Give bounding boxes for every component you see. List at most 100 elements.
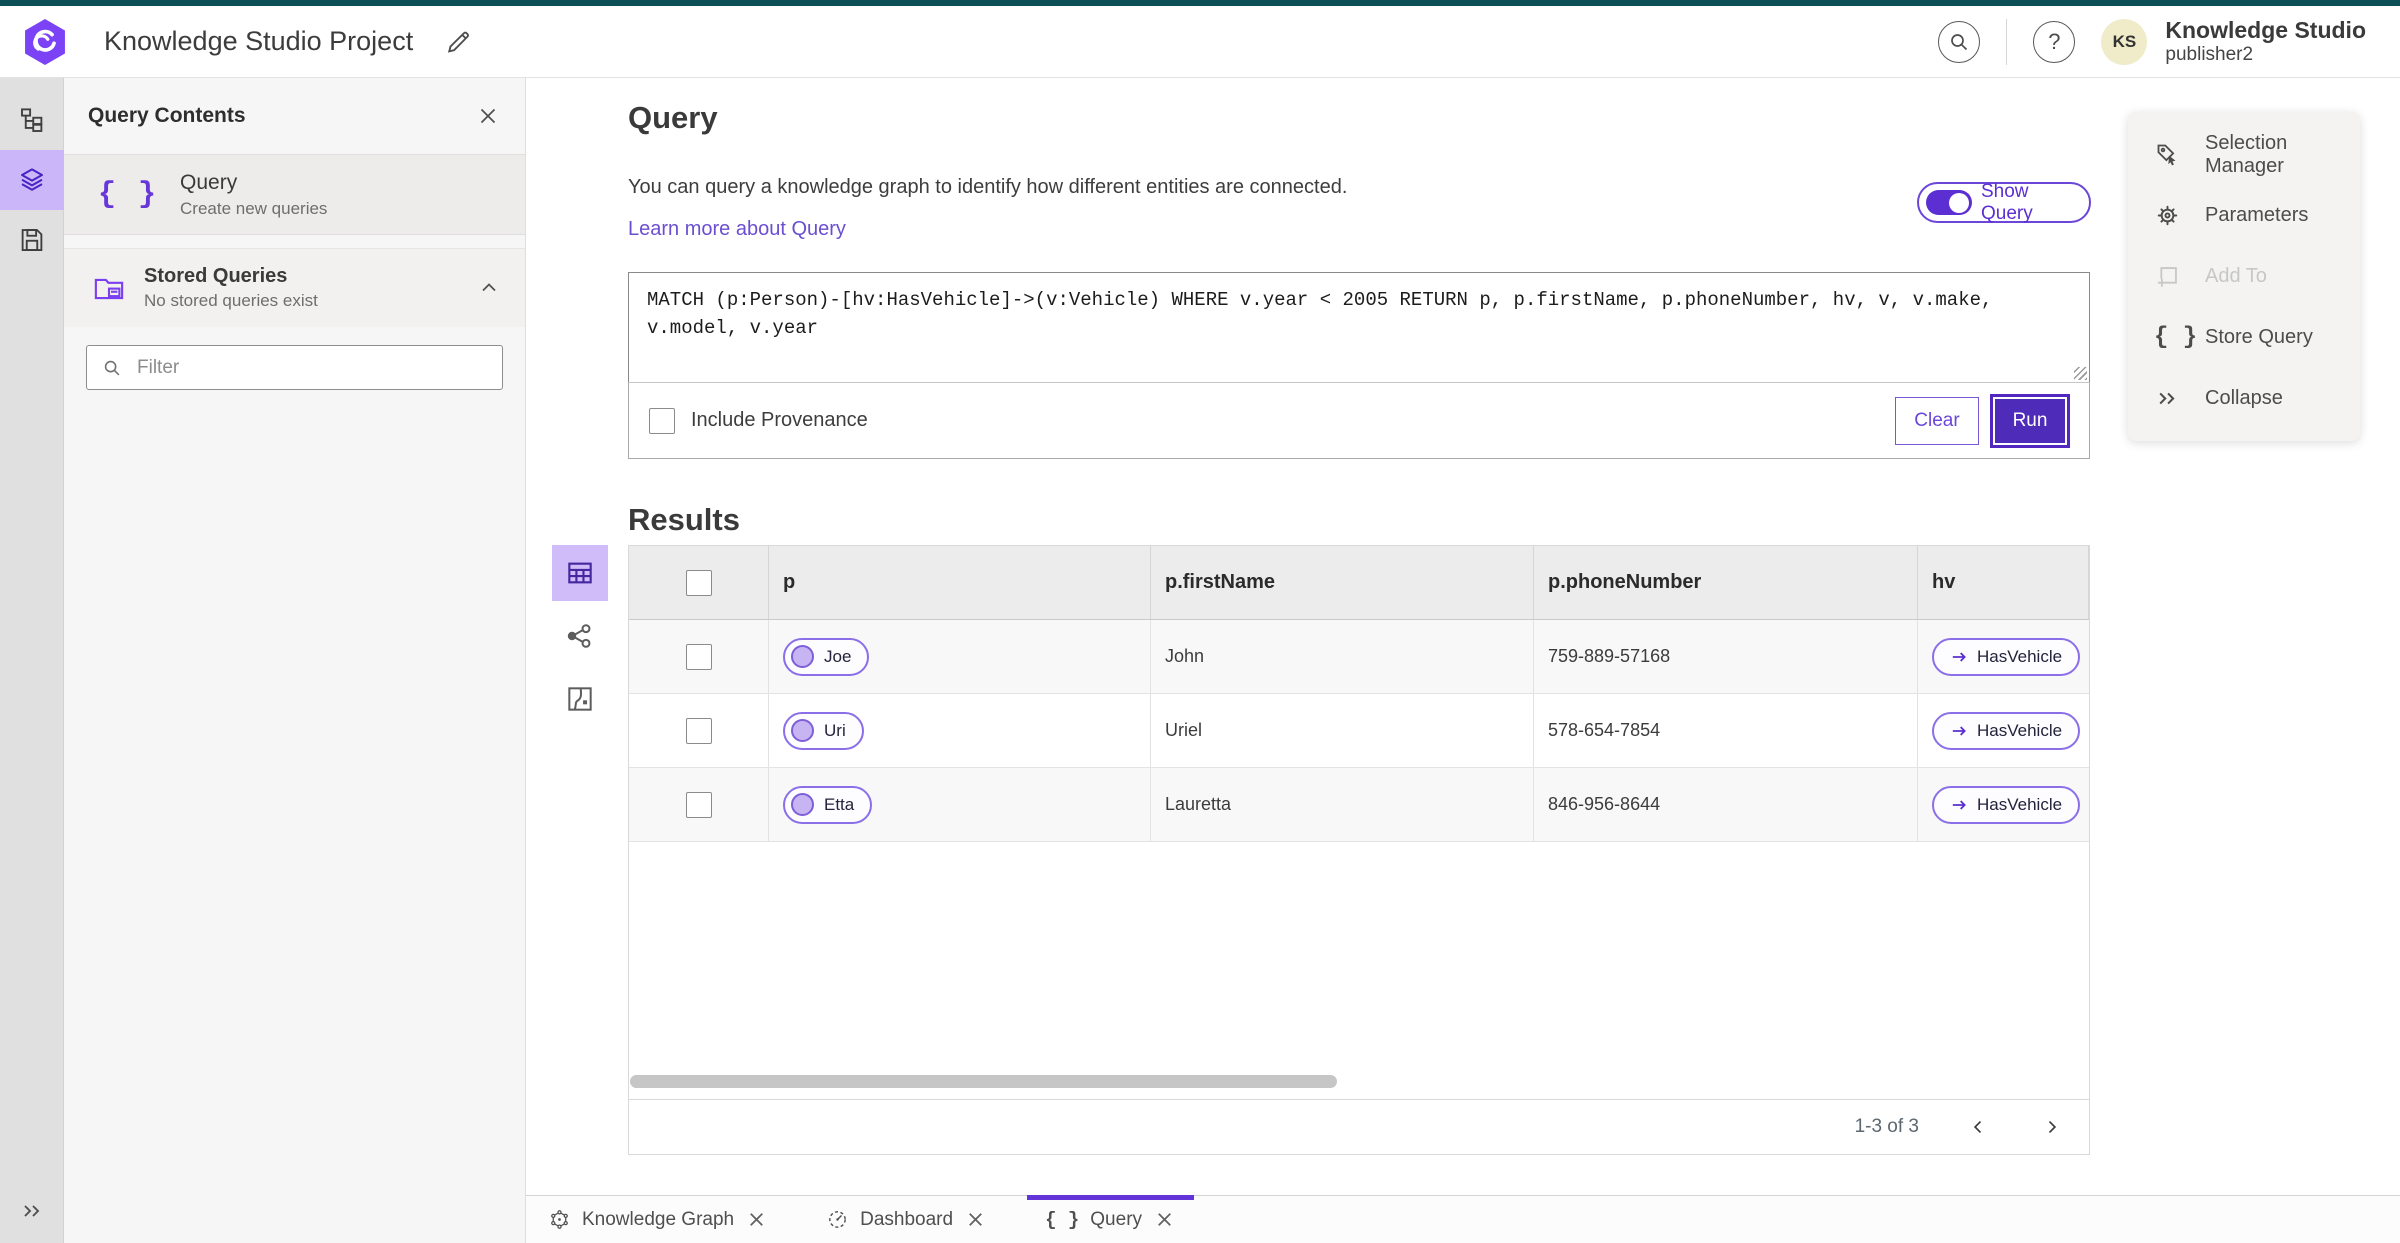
node-pill[interactable]: Joe bbox=[783, 637, 870, 676]
edit-title-icon[interactable] bbox=[443, 27, 473, 57]
knowledge-graph-icon bbox=[551, 1210, 568, 1229]
help-button[interactable]: ? bbox=[2033, 20, 2076, 63]
table-row[interactable]: Uri Uriel 578-654-7854 HasVehicle bbox=[629, 694, 2089, 768]
header-actions: ? KS Knowledge Studio publisher2 bbox=[1938, 17, 2366, 65]
view-graph-button[interactable] bbox=[552, 608, 608, 664]
row-checkbox[interactable] bbox=[685, 791, 712, 818]
next-page-button[interactable] bbox=[2037, 1112, 2067, 1142]
close-tab-icon[interactable] bbox=[1153, 1208, 1176, 1231]
phonenumber-cell: 846-956-8644 bbox=[1534, 768, 1918, 841]
filter-input[interactable] bbox=[135, 355, 488, 380]
stored-queries-text: Stored Queries No stored queries exist bbox=[144, 265, 318, 311]
query-tools-menu: Selection Manager Parameters Add To { } … bbox=[2128, 112, 2360, 441]
braces-icon: { } bbox=[1045, 1208, 1080, 1231]
include-provenance-checkbox[interactable] bbox=[649, 407, 675, 434]
select-all-checkbox[interactable] bbox=[685, 569, 712, 596]
run-button[interactable]: Run bbox=[1993, 396, 2067, 445]
store-query-button[interactable]: { } Store Query bbox=[2128, 307, 2360, 368]
edge-cell: HasVehicle bbox=[1918, 620, 2089, 693]
node-pill[interactable]: Uri bbox=[783, 711, 864, 750]
project-title: Knowledge Studio Project bbox=[104, 26, 414, 56]
row-select-cell bbox=[629, 768, 769, 841]
stored-queries-description: No stored queries exist bbox=[144, 291, 318, 310]
menu-item-label: Collapse bbox=[2205, 387, 2283, 409]
rail-item-hierarchy[interactable] bbox=[0, 90, 64, 150]
braces-icon: { } bbox=[2154, 324, 2198, 351]
edge-cell: HasVehicle bbox=[1918, 768, 2089, 841]
chevron-left-icon bbox=[1973, 1120, 1982, 1134]
pagination-range: 1-3 of 3 bbox=[1854, 1116, 1919, 1137]
firstname-cell: Lauretta bbox=[1151, 768, 1534, 841]
avatar[interactable]: KS bbox=[2101, 18, 2148, 65]
edge-pill[interactable]: HasVehicle bbox=[1932, 711, 2081, 750]
edge-cell: HasVehicle bbox=[1918, 694, 2089, 767]
firstname-cell: John bbox=[1151, 620, 1534, 693]
resize-handle[interactable] bbox=[2074, 367, 2087, 380]
view-table-button[interactable] bbox=[552, 545, 608, 601]
show-query-label: Show Query bbox=[1981, 180, 2033, 224]
header-select-all-cell bbox=[629, 546, 769, 619]
table-row[interactable]: Joe John 759-889-57168 HasVehicle bbox=[629, 620, 2089, 694]
previous-page-button[interactable] bbox=[1963, 1112, 1993, 1142]
view-map-button[interactable] bbox=[552, 671, 608, 727]
panel-item-query[interactable]: { } Query Create new queries bbox=[64, 155, 525, 235]
column-header-firstname[interactable]: p.firstName bbox=[1151, 546, 1534, 619]
selection-manager-button[interactable]: Selection Manager bbox=[2128, 124, 2360, 185]
clear-button[interactable]: Clear bbox=[1895, 396, 1979, 445]
filter-box bbox=[86, 345, 503, 390]
left-rail bbox=[0, 78, 64, 1243]
show-query-toggle[interactable]: Show Query bbox=[1917, 180, 2091, 224]
search-icon bbox=[1951, 33, 1968, 50]
node-cell: Joe bbox=[769, 620, 1151, 693]
node-pill[interactable]: Etta bbox=[783, 785, 873, 824]
learn-more-link[interactable]: Learn more about Query bbox=[628, 218, 846, 241]
panel-item-label: Query bbox=[180, 170, 238, 194]
scrollbar-thumb[interactable] bbox=[630, 1075, 1337, 1088]
app-logo-icon bbox=[25, 18, 65, 65]
rail-item-save[interactable] bbox=[0, 210, 64, 270]
close-tab-icon[interactable] bbox=[745, 1208, 768, 1231]
firstname-cell: Uriel bbox=[1151, 694, 1534, 767]
rail-item-layers[interactable] bbox=[0, 150, 64, 210]
edge-pill[interactable]: HasVehicle bbox=[1932, 785, 2081, 824]
selection-manager-icon bbox=[2157, 144, 2176, 166]
header-divider bbox=[2006, 18, 2008, 65]
column-header-hv[interactable]: hv bbox=[1918, 546, 2089, 619]
table-row[interactable]: Etta Lauretta 846-956-8644 HasVehicle bbox=[629, 768, 2089, 842]
chevron-up-icon[interactable] bbox=[477, 276, 501, 300]
node-label: Etta bbox=[824, 794, 855, 814]
tab-dashboard[interactable]: Dashboard bbox=[824, 1196, 989, 1243]
hierarchy-icon bbox=[20, 108, 42, 132]
layers-icon bbox=[20, 168, 43, 191]
graph-view-icon bbox=[567, 624, 591, 648]
row-checkbox[interactable] bbox=[685, 643, 712, 670]
table-header-row: p p.firstName p.phoneNumber hv bbox=[629, 546, 2089, 620]
collapse-button[interactable]: Collapse bbox=[2128, 368, 2360, 429]
tab-query[interactable]: { } Query bbox=[1027, 1195, 1195, 1243]
column-header-p[interactable]: p bbox=[769, 546, 1151, 619]
search-button[interactable] bbox=[1938, 20, 1981, 63]
cell-value: Lauretta bbox=[1165, 794, 1232, 814]
node-label: Uri bbox=[824, 720, 846, 740]
braces-icon: { } bbox=[98, 177, 159, 212]
close-tab-icon[interactable] bbox=[964, 1208, 987, 1231]
tab-label: Query bbox=[1090, 1208, 1143, 1230]
row-select-cell bbox=[629, 620, 769, 693]
query-editor[interactable]: MATCH (p:Person)-[hv:HasVehicle]->(v:Veh… bbox=[629, 273, 2089, 382]
close-panel-icon[interactable] bbox=[475, 103, 501, 129]
main-content: Query You can query a knowledge graph to… bbox=[526, 78, 2400, 1195]
tab-knowledge-graph[interactable]: Knowledge Graph bbox=[546, 1196, 770, 1243]
table-view-icon bbox=[568, 562, 592, 584]
row-checkbox[interactable] bbox=[685, 717, 712, 744]
toggle-switch[interactable] bbox=[1926, 190, 1972, 215]
parameters-button[interactable]: Parameters bbox=[2128, 185, 2360, 246]
column-header-phonenumber[interactable]: p.phoneNumber bbox=[1534, 546, 1918, 619]
edge-pill[interactable]: HasVehicle bbox=[1932, 637, 2081, 676]
stored-queries-label: Stored Queries bbox=[144, 265, 288, 287]
user-info: Knowledge Studio publisher2 bbox=[2165, 17, 2366, 65]
expand-rail-button[interactable] bbox=[0, 1189, 64, 1233]
query-editor-box: MATCH (p:Person)-[hv:HasVehicle]->(v:Veh… bbox=[628, 272, 2090, 383]
include-provenance-label: Include Provenance bbox=[691, 409, 868, 431]
app-header: Knowledge Studio Project ? KS Knowledge … bbox=[0, 6, 2400, 78]
stored-queries-section[interactable]: Stored Queries No stored queries exist bbox=[64, 249, 525, 327]
